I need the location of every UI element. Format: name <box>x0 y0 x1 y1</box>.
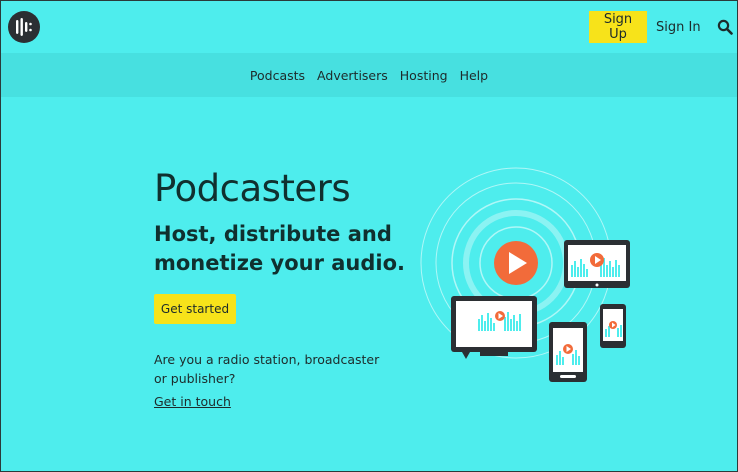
top-bar: Sign Up Sign In <box>1 1 737 52</box>
nav-item-advertisers[interactable]: Advertisers <box>317 68 388 83</box>
small-phone-icon <box>600 304 626 348</box>
page-title: Podcasters <box>154 167 351 210</box>
devices-illustration <box>420 167 630 382</box>
get-started-button[interactable]: Get started <box>154 294 236 324</box>
nav-item-hosting[interactable]: Hosting <box>400 68 448 83</box>
sign-in-link[interactable]: Sign In <box>656 11 701 43</box>
logo-icon[interactable] <box>8 11 40 43</box>
get-in-touch-link[interactable]: Get in touch <box>154 394 231 409</box>
broadcaster-question: Are you a radio station, broadcaster or … <box>154 352 380 386</box>
search-icon[interactable] <box>717 19 733 35</box>
tablet-icon <box>564 240 630 288</box>
nav-item-podcasts[interactable]: Podcasts <box>250 68 305 83</box>
nav-item-help[interactable]: Help <box>460 68 489 83</box>
monitor-icon <box>451 296 537 359</box>
phone-icon <box>549 322 587 382</box>
sign-up-button[interactable]: Sign Up <box>589 11 647 43</box>
play-icon <box>494 241 538 285</box>
secondary-nav: Podcasts Advertisers Hosting Help <box>1 53 737 97</box>
hero-subtitle: Host, distribute and monetize your audio… <box>154 222 406 275</box>
